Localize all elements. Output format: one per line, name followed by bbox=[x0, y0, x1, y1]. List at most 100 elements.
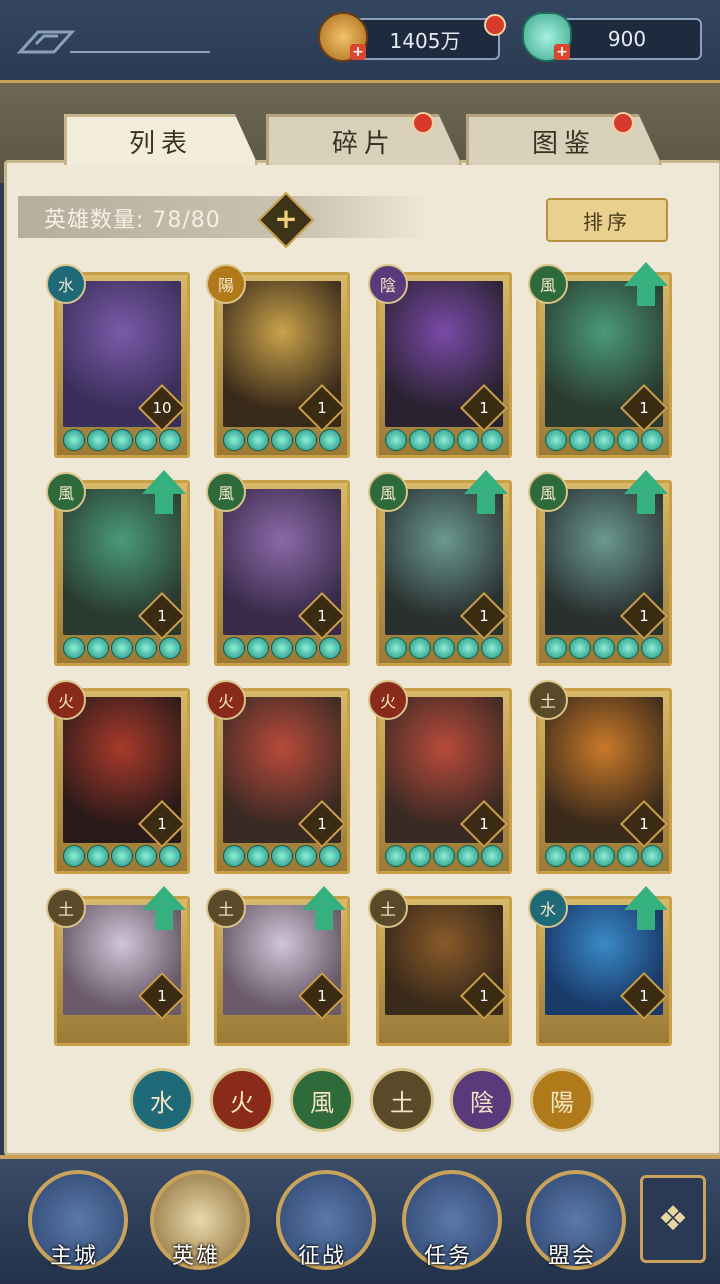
element-badge: 陽 bbox=[206, 264, 246, 304]
element-badge: 風 bbox=[368, 472, 408, 512]
element-badge: 風 bbox=[528, 472, 568, 512]
add-coins-button[interactable]: + bbox=[350, 44, 366, 60]
level-value: 1 bbox=[157, 815, 167, 833]
star-icon bbox=[87, 637, 109, 659]
star-icon bbox=[319, 429, 341, 451]
element-filter-button[interactable]: 陽 bbox=[530, 1068, 594, 1132]
element-filter-button[interactable]: 火 bbox=[210, 1068, 274, 1132]
element-badge: 土 bbox=[46, 888, 86, 928]
element-filter-button[interactable]: 陰 bbox=[450, 1068, 514, 1132]
element-badge: 風 bbox=[46, 472, 86, 512]
element-filter-button[interactable]: 水 bbox=[130, 1068, 194, 1132]
coins-value: 1405万 bbox=[389, 28, 461, 53]
level-value: 1 bbox=[479, 987, 489, 1005]
star-row bbox=[63, 637, 181, 659]
star-icon bbox=[457, 637, 479, 659]
level-value: 1 bbox=[317, 987, 327, 1005]
star-icon bbox=[111, 845, 133, 867]
nav-label: 盟会 bbox=[547, 1244, 596, 1269]
level-value: 1 bbox=[639, 607, 649, 625]
nav-label: 征战 bbox=[297, 1244, 346, 1269]
menu-icon[interactable]: ❖ bbox=[640, 1175, 706, 1263]
star-icon bbox=[641, 845, 663, 867]
upgrade-arrow-stem bbox=[315, 910, 333, 930]
star-icon bbox=[319, 637, 341, 659]
element-badge: 水 bbox=[46, 264, 86, 304]
level-value: 10 bbox=[152, 399, 172, 417]
level-value: 1 bbox=[479, 607, 489, 625]
level-value: 1 bbox=[317, 815, 327, 833]
star-icon bbox=[433, 429, 455, 451]
level-value: 1 bbox=[639, 399, 649, 417]
upgrade-arrow-stem bbox=[637, 910, 655, 930]
star-icon bbox=[223, 637, 245, 659]
tab-collection-label: 图鉴 bbox=[531, 128, 596, 159]
tab-fragments-label: 碎片 bbox=[331, 128, 396, 159]
upgrade-arrow-icon bbox=[302, 886, 346, 910]
star-icon bbox=[271, 429, 293, 451]
sort-button[interactable]: 排序 bbox=[546, 198, 668, 242]
star-icon bbox=[641, 637, 663, 659]
fragments-notification-dot bbox=[412, 112, 434, 134]
element-badge: 火 bbox=[368, 680, 408, 720]
star-icon bbox=[409, 637, 431, 659]
star-icon bbox=[593, 429, 615, 451]
collection-notification-dot bbox=[612, 112, 634, 134]
star-icon bbox=[545, 429, 567, 451]
star-row bbox=[223, 845, 341, 867]
upgrade-arrow-icon bbox=[142, 470, 186, 494]
upgrade-arrow-stem bbox=[637, 286, 655, 306]
level-value: 1 bbox=[639, 987, 649, 1005]
star-icon bbox=[63, 637, 85, 659]
star-icon bbox=[617, 845, 639, 867]
back-icon[interactable] bbox=[14, 26, 214, 58]
star-icon bbox=[569, 637, 591, 659]
gems-value: 900 bbox=[607, 27, 647, 51]
star-row bbox=[223, 429, 341, 451]
star-row bbox=[545, 845, 663, 867]
star-icon bbox=[385, 637, 407, 659]
nav-label: 任务 bbox=[423, 1244, 472, 1269]
star-icon bbox=[159, 845, 181, 867]
star-row bbox=[385, 845, 503, 867]
upgrade-arrow-stem bbox=[637, 494, 655, 514]
star-row bbox=[545, 637, 663, 659]
star-icon bbox=[223, 845, 245, 867]
star-icon bbox=[111, 637, 133, 659]
level-value: 1 bbox=[479, 399, 489, 417]
star-icon bbox=[617, 429, 639, 451]
star-icon bbox=[593, 637, 615, 659]
star-row bbox=[63, 845, 181, 867]
star-icon bbox=[159, 429, 181, 451]
element-badge: 土 bbox=[368, 888, 408, 928]
star-icon bbox=[481, 845, 503, 867]
star-icon bbox=[433, 637, 455, 659]
star-row bbox=[63, 429, 181, 451]
upgrade-arrow-icon bbox=[624, 470, 668, 494]
level-value: 1 bbox=[157, 987, 167, 1005]
star-row bbox=[223, 637, 341, 659]
element-badge: 土 bbox=[206, 888, 246, 928]
star-icon bbox=[481, 429, 503, 451]
star-icon bbox=[385, 845, 407, 867]
star-icon bbox=[409, 845, 431, 867]
gems-display: 900 bbox=[552, 18, 702, 60]
element-filter-button[interactable]: 風 bbox=[290, 1068, 354, 1132]
star-icon bbox=[545, 637, 567, 659]
element-filter-button[interactable]: 土 bbox=[370, 1068, 434, 1132]
coins-display: 1405万 bbox=[350, 18, 500, 60]
tab-list-label: 列表 bbox=[128, 128, 193, 159]
tab-list[interactable]: 列表 bbox=[64, 114, 258, 165]
coins-notification-dot bbox=[484, 14, 506, 36]
star-icon bbox=[457, 845, 479, 867]
upgrade-arrow-icon bbox=[464, 470, 508, 494]
star-icon bbox=[63, 845, 85, 867]
add-gems-button[interactable]: + bbox=[554, 44, 570, 60]
star-icon bbox=[135, 429, 157, 451]
star-icon bbox=[569, 845, 591, 867]
star-icon bbox=[87, 845, 109, 867]
element-badge: 水 bbox=[528, 888, 568, 928]
star-icon bbox=[617, 637, 639, 659]
level-value: 1 bbox=[639, 815, 649, 833]
nav-label: 主城 bbox=[49, 1244, 98, 1269]
